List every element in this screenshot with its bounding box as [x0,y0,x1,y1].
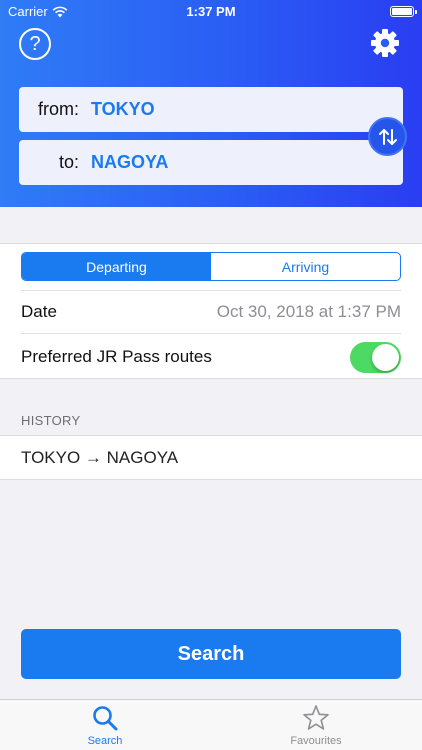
star-icon [303,705,329,730]
battery-icon [390,6,417,17]
status-time: 1:37 PM [186,4,236,19]
help-button[interactable]: ? [19,28,51,60]
magnifier-icon [93,706,118,731]
jr-pass-label: Preferred JR Pass routes [21,347,212,366]
tab-favourites[interactable]: Favourites [246,704,386,747]
from-station-value: TOKYO [91,99,155,119]
depart-arrive-segmented-control: Departing Arriving [21,252,401,281]
to-station-value: NAGOYA [91,152,169,172]
from-field[interactable]: from: TOKYO [19,87,403,132]
to-field[interactable]: to: NAGOYA [19,140,403,185]
tab-favourites-label: Favourites [290,735,342,747]
history-list: TOKYO → NAGOYA [0,435,422,480]
swap-stations-button[interactable] [368,117,407,156]
tab-bar: Search Favourites [0,699,422,750]
history-heading: HISTORY [21,413,81,428]
tab-search-label: Search [87,735,123,747]
tab-search[interactable]: Search [35,704,175,747]
gear-icon[interactable] [370,28,400,58]
history-item[interactable]: TOKYO → NAGOYA [21,436,178,480]
from-label: from: [37,99,79,119]
status-bar: Carrier 1:37 PM [0,0,422,24]
jr-pass-toggle[interactable] [350,341,401,373]
date-value: Oct 30, 2018 at 1:37 PM [216,302,401,321]
question-mark-icon: ? [29,32,41,55]
date-row[interactable]: Date Oct 30, 2018 at 1:37 PM [21,290,401,334]
search-button[interactable]: Search [21,629,401,679]
date-label: Date [21,302,57,321]
swap-arrows-icon [378,128,397,145]
header-panel: Carrier 1:37 PM ? from: TOKYO to: NAGOYA [0,0,422,207]
to-label: to: [58,152,79,172]
toggle-knob [372,343,399,371]
segment-arriving[interactable]: Arriving [211,253,400,280]
jr-pass-row: Preferred JR Pass routes [21,334,401,380]
segment-departing[interactable]: Departing [22,253,211,280]
